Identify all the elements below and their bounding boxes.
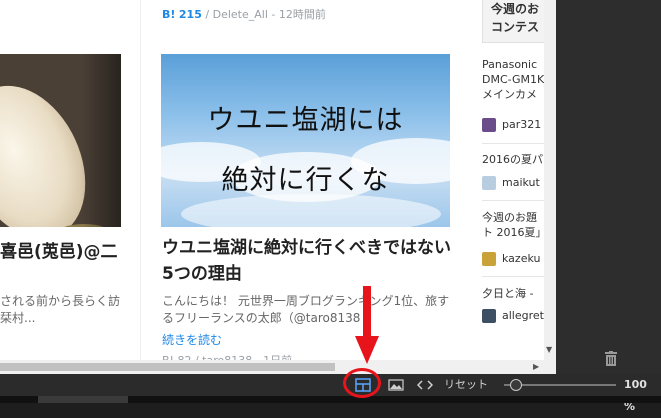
- hatebu-icon[interactable]: B!: [162, 8, 175, 21]
- bottom-strip: [0, 396, 661, 403]
- vertical-scrollbar[interactable]: ▼: [544, 0, 556, 360]
- article-title-right[interactable]: ウユニ塩湖に絶対に行くべきではない5つの理由: [162, 235, 452, 287]
- meta-time: - 12時間前: [271, 8, 326, 21]
- image-shadow: [81, 54, 121, 227]
- scroll-right-arrow-icon[interactable]: ▶: [533, 362, 539, 371]
- article-desc-left: される前から長らく訪 栞村...: [0, 293, 120, 327]
- code-icon: [416, 380, 434, 390]
- article-meta-bottom: B! 82 / taro8138 - 1日前: [162, 352, 292, 360]
- reset-button[interactable]: リセット: [444, 374, 488, 396]
- horizontal-scroll-thumb[interactable]: [0, 363, 335, 371]
- trash-icon[interactable]: [604, 351, 618, 366]
- image-caption-line1: ウユニ塩湖には: [207, 105, 404, 136]
- desc-line: される前から長らく訪: [0, 294, 121, 308]
- column-divider: [140, 0, 141, 360]
- article-meta-top: B! 215 / Delete_All - 12時間前: [162, 6, 326, 22]
- sidebar-entry-title[interactable]: 今週のお題 ト 2016夏」: [482, 210, 544, 240]
- avatar: [482, 309, 496, 323]
- article-desc-right: こんにちは！ 元世界一周ブログランキング1位、旅するフリーランスの太郎（@tar…: [162, 294, 450, 325]
- avatar: [482, 118, 496, 132]
- entry-title-line: 今週のお題: [482, 211, 537, 224]
- user-name: allegret: [502, 309, 544, 322]
- image-icon: [388, 379, 404, 391]
- user-name: kazeku: [502, 252, 541, 265]
- entry-title-line: 夕日と海 -: [482, 287, 534, 300]
- bookmark-count[interactable]: 215: [179, 8, 202, 21]
- zoom-level: 100 %: [624, 378, 647, 413]
- sidebar-entry-user[interactable]: par321: [482, 118, 544, 134]
- sidebar-heading-line: 今週のお: [491, 2, 540, 16]
- sidebar-heading: 今週のお コンテス: [482, 0, 544, 43]
- sidebar-entry-user[interactable]: allegret: [482, 309, 544, 325]
- horizontal-scrollbar[interactable]: ▶: [0, 360, 556, 374]
- annotation-circle: [343, 368, 381, 398]
- user-name: maikut: [502, 176, 540, 189]
- read-more-link[interactable]: 続きを読む: [162, 331, 222, 348]
- entry-title-line: DMC-GM1K: [482, 73, 544, 86]
- sidebar-entry-title[interactable]: 夕日と海 -: [482, 286, 544, 301]
- user-name: par321: [502, 118, 542, 131]
- sidebar-entry-user[interactable]: maikut: [482, 176, 544, 192]
- article-title-left[interactable]: 喜邑(莵邑)@二: [0, 237, 118, 262]
- code-button[interactable]: [416, 374, 435, 396]
- scroll-down-arrow-icon[interactable]: ▼: [546, 345, 552, 354]
- sidebar-divider: [482, 143, 544, 144]
- entry-title-line: 2016の夏パ: [482, 153, 543, 166]
- sidebar-entry-user[interactable]: kazeku: [482, 252, 544, 268]
- meta-user[interactable]: Delete_All: [213, 8, 268, 21]
- article-thumbnail-right[interactable]: ウユニ塩湖には 絶対に行くな: [161, 54, 450, 227]
- entry-title-line: Panasonic: [482, 58, 538, 71]
- entry-title-line: メインカメ: [482, 88, 537, 101]
- sidebar: 今週のお コンテス Panasonic DMC-GM1K メインカメ par32…: [472, 0, 544, 360]
- slider-knob[interactable]: [509, 379, 522, 391]
- cloud-reflection: [181, 194, 441, 227]
- sidebar-entry-title[interactable]: 2016の夏パ: [482, 152, 544, 167]
- sidebar-divider: [482, 276, 544, 277]
- strip-segment: [38, 396, 128, 403]
- avatar: [482, 176, 496, 190]
- zoom-slider[interactable]: [504, 374, 616, 396]
- meta-separator: /: [205, 8, 210, 21]
- desc-line: 栞村...: [0, 311, 36, 325]
- side-panel: [556, 0, 661, 374]
- sidebar-divider: [482, 200, 544, 201]
- sidebar-entry-title[interactable]: Panasonic DMC-GM1K メインカメ: [482, 57, 544, 102]
- entry-title-line: ト 2016夏」: [482, 226, 544, 239]
- avatar: [482, 252, 496, 266]
- bottom-toolbar: リセット 100 %: [0, 374, 661, 413]
- article-thumbnail-left[interactable]: [0, 54, 121, 227]
- image-button[interactable]: [388, 374, 406, 396]
- sidebar-heading-line: コンテス: [491, 20, 540, 34]
- image-caption-line2: 絶対に行くな: [221, 165, 390, 196]
- annotation-arrow: [355, 286, 379, 364]
